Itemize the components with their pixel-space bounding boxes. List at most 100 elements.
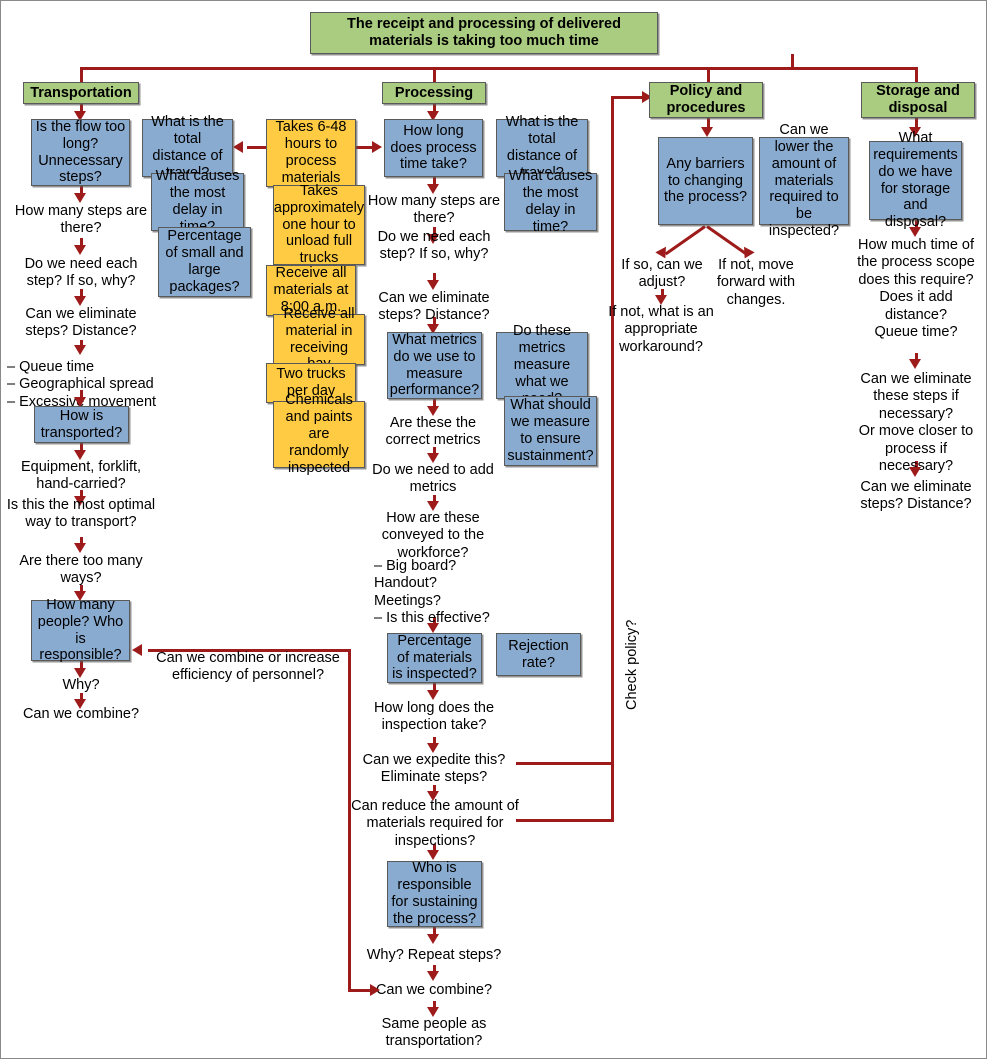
processing-text-correct: Are these the correct metrics: [372, 415, 494, 450]
processing-side-sustainment-label: What should we measure to ensure sustain…: [507, 397, 594, 464]
fact-box-receiving-bay: Receive all material in receiving bay: [273, 306, 365, 372]
transportation-text-causes: – Queue time – Geographical spread – Exc…: [7, 359, 192, 411]
fishbone-flowchart-canvas: The receipt and processing of delivered …: [0, 0, 987, 1059]
arrow-s3: [909, 467, 921, 477]
branch-label-processing: Processing: [394, 84, 474, 101]
policy-text-move-forward-label: If not, move forward with changes.: [716, 257, 796, 308]
transportation-text-eliminate-label: Can we eliminate steps? Distance?: [25, 306, 137, 340]
fact-box-process-hours-label: Takes 6-48 hours to process materials: [275, 119, 347, 186]
transportation-text-equipment: Equipment, forklift, hand-carried?: [3, 459, 159, 494]
transportation-text-combine: Can we combine?: [11, 706, 151, 723]
transportation-box-flow: Is the flow too long? Unnecessary steps?: [31, 119, 130, 186]
processing-side-delay-label: What causes the most delay in time?: [508, 168, 593, 235]
arrow-t2: [74, 245, 86, 255]
transportation-text-optimal: Is this the most optimal way to transpor…: [3, 497, 159, 532]
branch-header-transportation: Transportation: [23, 82, 139, 104]
processing-text-reduce: Can reduce the amount of materials requi…: [351, 798, 519, 850]
arrow-personnel: [132, 644, 142, 656]
branch-label-storage: Storage and disposal: [876, 83, 960, 116]
transportation-box-people: How many people? Who is responsible?: [31, 596, 130, 664]
policy-text-workaround: If not, what is an appropriate workaroun…: [603, 304, 719, 356]
transportation-text-combine-label: Can we combine?: [22, 706, 140, 722]
transportation-box-how-label: How is transported?: [40, 407, 123, 441]
processing-box-time: How long does process time take?: [384, 119, 483, 177]
storage-text-eliminate-steps: Can we eliminate these steps if necessar…: [852, 371, 980, 475]
processing-text-steps: How many steps are there?: [358, 193, 510, 228]
connector-drop-policy: [707, 67, 710, 82]
storage-text-eliminate-steps-label: Can we eliminate these steps if necessar…: [858, 371, 974, 474]
processing-text-eliminate: Can we eliminate steps? Distance?: [358, 290, 510, 325]
processing-side-sustainment: What should we measure to ensure sustain…: [504, 396, 597, 466]
processing-text-need: Do we need each step? If so, why?: [358, 229, 510, 264]
arrow-p12: [427, 850, 439, 860]
connector-drop-storage: [915, 67, 918, 82]
transportation-text-steps: How many steps are there?: [5, 203, 157, 238]
check-policy-label: Check policy?: [624, 619, 640, 710]
transportation-text-optimal-label: Is this the most optimal way to transpor…: [6, 497, 156, 531]
transportation-text-steps-label: How many steps are there?: [14, 203, 148, 237]
policy-text-workaround-label: If not, what is an appropriate workaroun…: [608, 304, 714, 355]
connector-checkpolicy-mid: [516, 762, 614, 765]
processing-text-conveyed: How are these conveyed to the workforce?: [370, 510, 496, 562]
processing-side-rejection-label: Rejection rate?: [508, 637, 569, 671]
arrow-t3: [74, 296, 86, 306]
policy-text-adjust-label: If so, can we adjust?: [621, 257, 703, 291]
processing-box-metrics: What metrics do we use to measure perfor…: [387, 332, 482, 399]
processing-box-time-label: How long does process time take?: [390, 122, 477, 173]
personnel-link-label: Can we combine or increase efficiency of…: [156, 650, 340, 684]
arrow-pol-head: [701, 127, 713, 137]
transportation-side-delay: What causes the most delay in time?: [151, 168, 244, 235]
fact-box-unload-hour-label: Takes approximately one hour to unload f…: [273, 182, 365, 267]
arrow-p8: [427, 623, 439, 633]
processing-text-same-people: Same people as transportation?: [359, 1016, 509, 1051]
arrow-t1: [74, 193, 86, 203]
connector-checkpolicy-vertical: [611, 96, 614, 822]
processing-text-reduce-label: Can reduce the amount of materials requi…: [351, 798, 519, 849]
transportation-box-how: How is transported?: [34, 406, 129, 443]
processing-text-channels-label: – Big board? Handout? Meetings? – Is thi…: [374, 558, 490, 627]
branch-label-policy: Policy and procedures: [666, 83, 746, 116]
processing-side-delay: What causes the most delay in time?: [504, 168, 597, 235]
transportation-text-ways: Are there too many ways?: [13, 553, 149, 588]
transportation-side-packages: Percentage of small and large packages?: [158, 227, 251, 297]
processing-text-add: Do we need to add metrics: [372, 462, 494, 497]
transportation-box-flow-label: Is the flow too long? Unnecessary steps?: [35, 118, 126, 186]
policy-side-lower-amount: Can we lower the amount of materials req…: [759, 122, 849, 239]
storage-box-requirements-label: What requirements do we have for storage…: [873, 130, 958, 231]
processing-text-duration-label: How long does the inspection take?: [373, 700, 495, 734]
arrow-fact-to-processing: [372, 141, 382, 153]
processing-text-channels: – Big board? Handout? Meetings? – Is thi…: [374, 558, 514, 628]
policy-box-barriers-label: Any barriers to changing the process?: [663, 155, 748, 206]
transportation-box-people-label: How many people? Who is responsible?: [37, 596, 124, 664]
arrow-fact-to-transportation: [233, 141, 243, 153]
personnel-link-text: Can we combine or increase efficiency of…: [153, 650, 343, 685]
connector-drop-processing: [433, 67, 436, 82]
transportation-side-delay-label: What causes the most delay in time?: [155, 168, 240, 234]
transportation-text-eliminate: Can we eliminate steps? Distance?: [5, 306, 157, 341]
arrow-t8: [74, 543, 86, 553]
policy-box-barriers: Any barriers to changing the process?: [658, 137, 753, 225]
transportation-text-need: Do we need each step? If so, why?: [5, 256, 157, 291]
arrow-p9: [427, 690, 439, 700]
arrow-p3: [427, 280, 439, 290]
processing-text-same-people-label: Same people as transportation?: [381, 1016, 487, 1050]
transportation-text-why-label: Why?: [62, 677, 100, 693]
processing-text-repeat-label: Why? Repeat steps?: [366, 947, 502, 963]
root-problem-box: The receipt and processing of delivered …: [310, 12, 658, 54]
processing-box-percentage-label: Percentage of materials is inspected?: [392, 632, 477, 683]
storage-text-distance-label: Can we eliminate steps? Distance?: [860, 479, 972, 513]
fact-box-chemicals-label: Chemicals and paints are randomly inspec…: [285, 392, 353, 476]
processing-text-expedite-label: Can we expedite this? Eliminate steps?: [362, 752, 506, 786]
policy-side-lower-amount-label: Can we lower the amount of materials req…: [768, 122, 840, 240]
processing-text-need-label: Do we need each step? If so, why?: [377, 229, 491, 263]
branch-header-processing: Processing: [382, 82, 486, 104]
connector-checkpolicy-bottom: [516, 819, 614, 822]
arrow-t4: [74, 345, 86, 355]
processing-side-metrics-measure: Do these metrics measure what we need?: [496, 323, 588, 407]
storage-text-time: How much time of the process scope does …: [852, 237, 980, 341]
branch-label-transportation: Transportation: [30, 84, 132, 101]
arrow-p14: [427, 971, 439, 981]
arrow-p13: [427, 934, 439, 944]
root-problem-label: The receipt and processing of delivered …: [347, 16, 621, 49]
fact-box-process-hours: Takes 6-48 hours to process materials: [266, 119, 356, 187]
